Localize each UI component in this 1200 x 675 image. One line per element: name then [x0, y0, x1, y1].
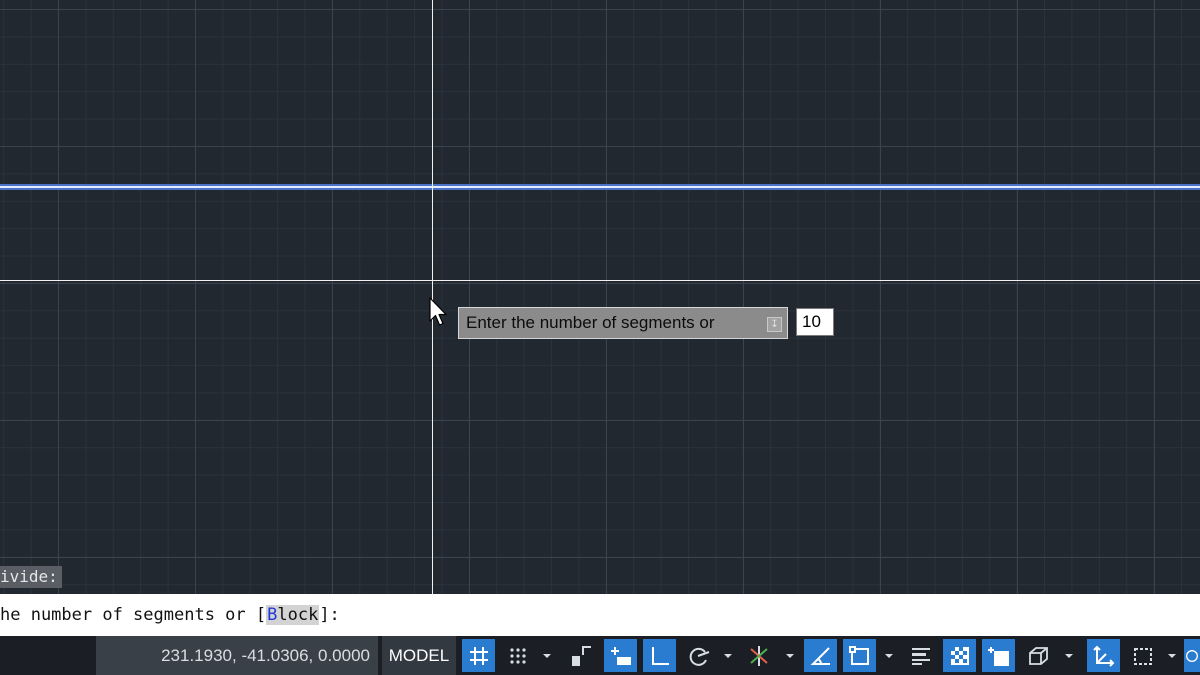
status-bar-left-area	[0, 636, 96, 675]
object-snap-dropdown-chevron-icon[interactable]	[880, 639, 898, 672]
snap-dropdown-chevron-icon[interactable]	[538, 639, 556, 672]
status-bar: 231.1930, -41.0306, 0.0000 MODEL	[0, 636, 1200, 675]
dynamic-ucs-icon[interactable]	[1087, 639, 1120, 672]
3d-object-snap-dropdown-chevron-icon[interactable]	[1060, 639, 1078, 672]
object-snap-tracking-icon[interactable]	[804, 639, 837, 672]
dynamic-input-icon[interactable]	[604, 639, 637, 672]
selected-line-object[interactable]	[0, 184, 1200, 190]
selection-filtering-dropdown-chevron-icon[interactable]	[1163, 639, 1181, 672]
selection-cycling-icon[interactable]	[982, 639, 1015, 672]
lineweight-icon[interactable]	[904, 639, 937, 672]
3d-object-snap-icon[interactable]	[1021, 639, 1054, 672]
command-prompt-suffix: ]:	[319, 605, 340, 625]
block-option-rest: lock	[277, 605, 319, 625]
grid-display-icon[interactable]	[462, 639, 495, 672]
isometric-drafting-icon[interactable]	[742, 639, 775, 672]
transparency-icon[interactable]	[943, 639, 976, 672]
selected-line-highlight	[0, 186, 1200, 188]
snap-mode-icon[interactable]	[501, 639, 534, 672]
block-option-keyword[interactable]: Block	[266, 605, 320, 625]
polar-tracking-icon[interactable]	[682, 639, 715, 672]
cursor-coordinates[interactable]: 231.1930, -41.0306, 0.0000	[96, 636, 378, 675]
ortho-mode-icon[interactable]	[643, 639, 676, 672]
down-arrow-options-icon[interactable]: ↧	[767, 317, 782, 332]
gizmo-icon[interactable]	[1184, 639, 1200, 672]
object-snap-icon[interactable]	[843, 639, 876, 672]
crosshair-horizontal	[0, 280, 1200, 281]
selection-filtering-icon[interactable]	[1126, 639, 1159, 672]
dynamic-input-prompt: Enter the number of segments or	[458, 307, 788, 339]
infer-constraints-icon[interactable]	[565, 639, 598, 672]
polar-dropdown-chevron-icon[interactable]	[719, 639, 737, 672]
segments-input[interactable]: 10	[796, 308, 834, 336]
model-space-button[interactable]: MODEL	[382, 636, 456, 675]
drawing-canvas[interactable]: Enter the number of segments or ↧ 10 ivi…	[0, 0, 1200, 594]
mouse-pointer-icon	[429, 297, 449, 332]
command-line[interactable]: he number of segments or [Block]:	[0, 594, 1200, 636]
block-option-hotkey: B	[267, 605, 278, 625]
isometric-dropdown-chevron-icon[interactable]	[781, 639, 799, 672]
command-history-line: ivide:	[0, 566, 62, 588]
command-prompt-text: he number of segments or [	[0, 605, 267, 625]
